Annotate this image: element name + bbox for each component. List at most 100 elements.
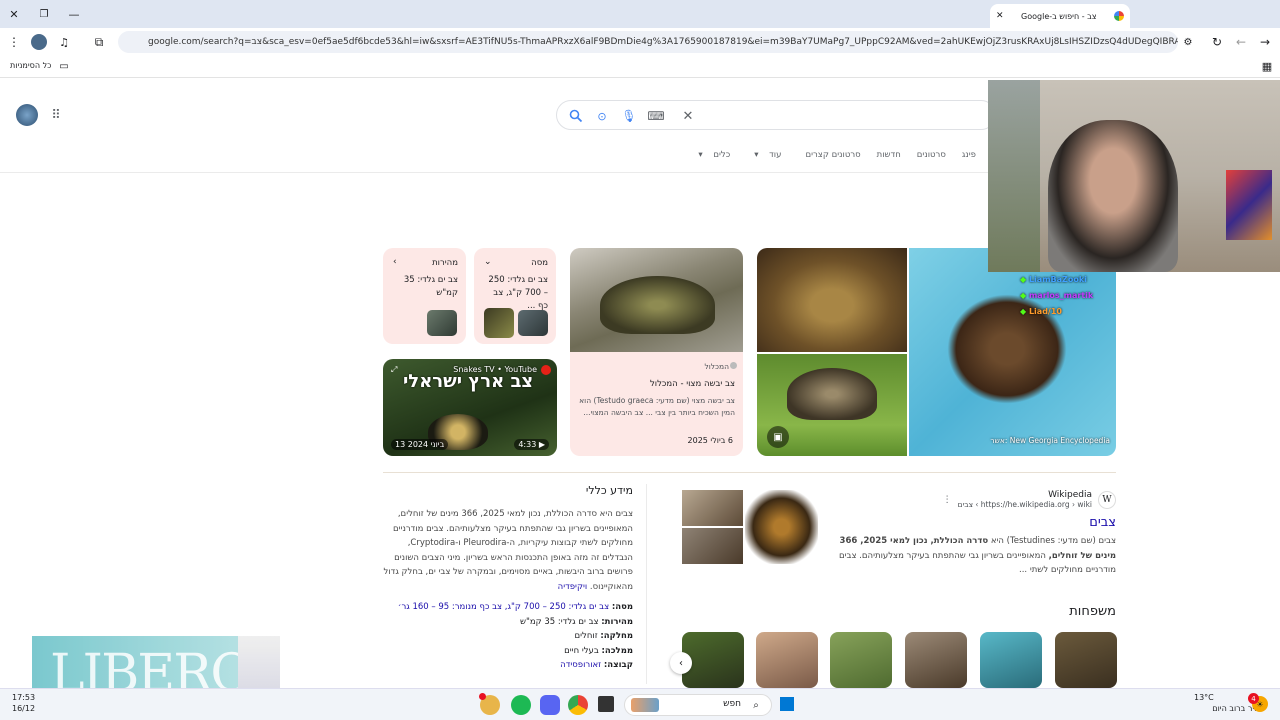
image-icon[interactable]: ▣ [767, 426, 789, 448]
extensions-icon[interactable]: ⧉ [91, 34, 107, 50]
media-controls-icon[interactable]: ♫ [56, 34, 72, 50]
kp-row: מהירות: צב ים גלדי: 35 קמ"ש [519, 616, 633, 627]
reload-icon[interactable]: ↻ [1209, 34, 1225, 50]
clock-time[interactable]: 17:53 [12, 693, 35, 702]
wiki-snippet: צבים (שם מדעי: Testudines) היא סדרה הכול… [838, 536, 1116, 575]
taskbar-search[interactable]: חפש ⌕ [624, 694, 772, 716]
wiki-images[interactable] [682, 490, 818, 564]
all-bookmarks-link[interactable]: כל הסימניות [10, 61, 51, 70]
kp-description: צבים היא סדרה הכוללת, נכון למאי 2025, 36… [383, 509, 633, 592]
tortoise-photo-1[interactable] [757, 248, 907, 352]
family-thumb[interactable] [1055, 632, 1117, 688]
forward-icon[interactable]: ← [1233, 34, 1249, 50]
profile-avatar-icon[interactable] [31, 34, 47, 50]
fact-card-speed[interactable]: מהירות ‹ צב ים גלדי: 35 קמ"ש [383, 248, 466, 344]
wikipedia-icon: W [1098, 490, 1116, 509]
chat-user: ◆ Liad/10 [1020, 307, 1062, 316]
article-title[interactable]: צב יבשה מצוי - המכלול [650, 379, 735, 389]
wiki-image-1[interactable] [682, 490, 743, 526]
tab-short-videos[interactable]: סרטונים קצרים [797, 150, 868, 166]
chevron-left-icon[interactable]: ‹ [393, 257, 397, 267]
youtube-icon [541, 365, 551, 375]
minimize-window-icon[interactable]: — [66, 6, 82, 22]
site-info-icon[interactable]: ⚙ [1180, 34, 1196, 50]
family-thumb[interactable] [830, 632, 892, 688]
file-explorer-icon[interactable] [598, 696, 614, 712]
search-input[interactable]: ⊙ 🎙 ⌨ ✕ [556, 100, 996, 130]
notification-dot-icon [479, 693, 486, 700]
restore-window-icon[interactable]: ❐ [36, 6, 52, 22]
apps-grid-icon[interactable]: ⠿ [48, 107, 64, 123]
kp-row: מסה: צב ים גלדי: 250 – 700 ק"ג, צב כף מנ… [397, 602, 633, 612]
mic-icon[interactable]: 🎙 [620, 107, 638, 125]
tab-tools[interactable]: כלים ▾ [690, 150, 746, 166]
kp-row: קבוצה: זאורופסידה [560, 660, 633, 670]
video-card[interactable]: צב ארץ ישראלי Snakes TV • YouTube ⤢ 13 ב… [383, 359, 557, 456]
article-card[interactable]: המכלול צב יבשה מצוי - המכלול צב יבשה מצו… [570, 248, 743, 456]
wiki-image-2[interactable] [682, 528, 743, 564]
fact-text: צב ים גלדי: 35 קמ"ש [403, 275, 458, 298]
article-snippet: צב יבשה מצוי (שם מדעי: Testudo graeca) ה… [579, 396, 735, 417]
tab-shopping[interactable]: פינג [954, 150, 984, 166]
lens-icon[interactable]: ⊙ [593, 107, 611, 125]
tab-title: צב - חיפוש ב-Google [1021, 11, 1097, 21]
fact-title: מהירות [432, 258, 458, 268]
wiki-source-name: Wikipedia [1048, 490, 1092, 500]
close-window-icon[interactable]: ✕ [6, 6, 22, 22]
spotify-icon[interactable] [511, 695, 531, 715]
back-icon[interactable]: → [1257, 34, 1273, 50]
tab-grid-icon[interactable]: ▦ [1260, 59, 1274, 73]
plant-background [988, 80, 1040, 272]
search-icon[interactable] [567, 107, 585, 125]
browser-titlebar: ✕ ❐ — + ✕ צב - חיפוש ב-Google [0, 0, 1280, 28]
fact-card-weight[interactable]: מסה ⌄ צב ים גלדי: 250 – 700 ק"ג, צב כף .… [474, 248, 556, 344]
clear-search-icon[interactable]: ✕ [679, 107, 697, 125]
tab-videos[interactable]: סרטונים [909, 150, 954, 166]
chat-user: ◆ LiamBaZooki [1020, 275, 1087, 284]
family-thumb[interactable] [756, 632, 818, 688]
carousel-prev-button[interactable]: ‹ [670, 652, 692, 674]
more-options-icon[interactable]: ⋮ [943, 495, 952, 505]
account-avatar[interactable] [16, 104, 38, 126]
expand-icon[interactable]: ⤢ [391, 365, 397, 375]
taskbar: 17:53 16/12 חפש ⌕ 13°C בהיר ברוב היום ☀ … [0, 688, 1280, 720]
windows-start-icon[interactable] [780, 697, 794, 711]
chevron-down-icon[interactable]: ⌄ [484, 257, 492, 267]
google-favicon-icon [1114, 11, 1124, 21]
knowledge-panel: מידע כללי צבים היא סדרה הכוללת, נכון למא… [383, 484, 633, 688]
notification-count-badge: 4 [1248, 693, 1259, 704]
wiki-image-3[interactable] [745, 490, 818, 564]
fact-thumbnail [484, 308, 514, 338]
discord-icon[interactable] [540, 695, 560, 715]
poster-background [1226, 170, 1272, 240]
kp-facts: מסה: צב ים גלדי: 250 – 700 ק"ג, צב כף מנ… [383, 600, 633, 673]
close-tab-icon[interactable]: ✕ [996, 11, 1004, 21]
wiki-title[interactable]: צבים [826, 515, 1116, 530]
tortoise-photo-2[interactable]: ▣ [757, 354, 907, 456]
family-thumb[interactable] [980, 632, 1042, 688]
video-channel: Snakes TV • YouTube [453, 365, 537, 374]
results-divider [383, 472, 1116, 473]
menu-kebab-icon[interactable]: ⋮ [6, 34, 22, 50]
clock-date[interactable]: 16/12 [12, 704, 35, 713]
stream-chat: ◆ LiamBaZooki ◆ marlos_martik ◆ Liad/10 [1020, 272, 1140, 320]
tab-news[interactable]: חדשות [869, 150, 909, 166]
browser-tab[interactable]: ✕ צב - חיפוש ב-Google [990, 4, 1130, 28]
weather-temp[interactable]: 13°C [1194, 693, 1214, 702]
fact-title: מסה [531, 258, 548, 268]
video-overlay-text: צב ארץ ישראלי [403, 371, 534, 392]
video-date: 13 ביוני 2024 [391, 439, 449, 450]
keyboard-icon[interactable]: ⌨ [647, 107, 665, 125]
chrome-icon[interactable] [568, 695, 588, 715]
video-duration: 4:33 ▶ [514, 439, 549, 450]
kp-wiki-link[interactable]: ויקיפדיה [558, 582, 588, 592]
search-icon: ⌕ [753, 699, 759, 711]
url-text: google.com/search?q=צב&sca_esv=0ef5ae5df… [148, 37, 1178, 47]
address-bar[interactable]: google.com/search?q=צב&sca_esv=0ef5ae5df… [118, 31, 1178, 53]
tab-more[interactable]: עוד ▾ [746, 150, 797, 166]
families-carousel [682, 632, 1117, 688]
family-thumb[interactable] [905, 632, 967, 688]
fact-thumbnail [518, 310, 548, 336]
fact-thumbnail [427, 310, 457, 336]
kp-heading: מידע כללי [585, 484, 633, 497]
